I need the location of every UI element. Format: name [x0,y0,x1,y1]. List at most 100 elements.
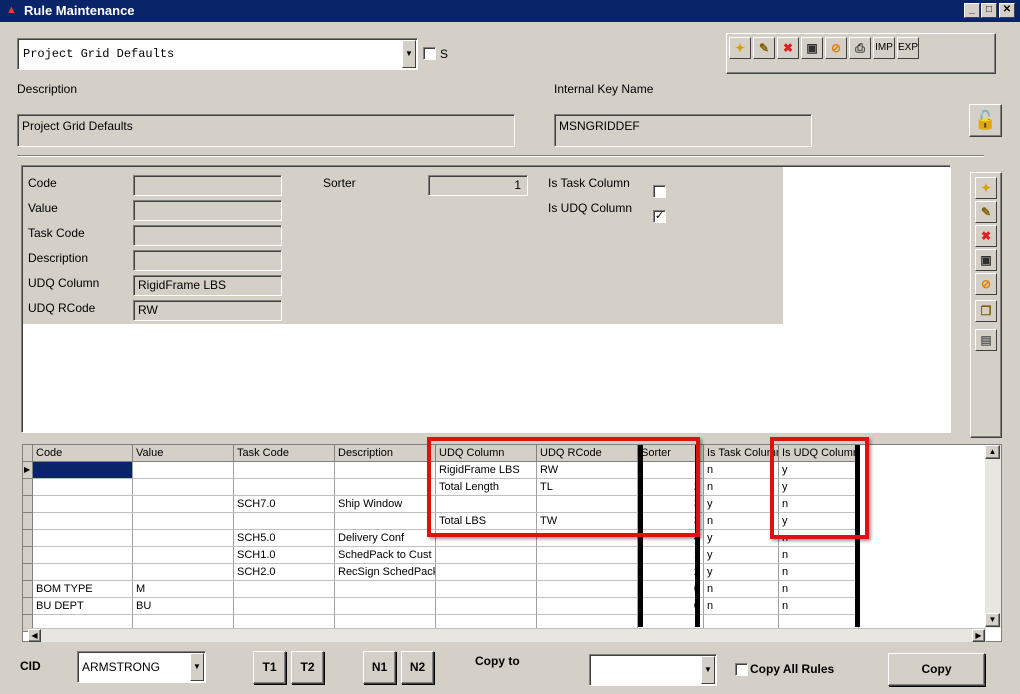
cell-is-task-column[interactable]: n [704,513,779,530]
cell-udq-column[interactable] [436,598,537,615]
cell-is-task-column[interactable]: n [704,581,779,598]
cell-task-code[interactable]: SCH1.0 [234,547,335,564]
cell-is-task-column[interactable]: y [704,564,779,581]
cell-code[interactable] [33,530,133,547]
cell-is-task-column[interactable]: n [704,598,779,615]
internal-key-field[interactable]: MSNGRIDDEF [554,114,812,147]
cell-task-code[interactable] [234,513,335,530]
copy-button[interactable]: Copy [888,653,985,686]
n2-button[interactable]: N2 [401,651,434,684]
column-header-value[interactable]: Value [133,445,234,462]
cell-code[interactable] [33,513,133,530]
side-edit-icon[interactable]: ✎ [975,201,997,223]
cell-is-udq-column[interactable]: n [779,547,859,564]
vertical-scrollbar[interactable]: ▲ ▼ [985,445,1001,628]
row-selector[interactable] [23,547,33,564]
cell-udq-rcode[interactable] [537,598,638,615]
copy-all-rules-checkbox[interactable] [735,663,748,676]
cell-task-code[interactable] [234,598,335,615]
close-window-button[interactable]: ✕ [999,3,1015,18]
export-button[interactable]: EXP [897,37,919,59]
t1-button[interactable]: T1 [253,651,286,684]
value-field[interactable] [133,200,282,221]
cell-code[interactable] [33,462,133,479]
row-selector[interactable] [23,496,33,513]
cell-value[interactable]: BU [133,598,234,615]
s-checkbox[interactable] [423,47,436,60]
task-code-field[interactable] [133,225,282,246]
code-field[interactable] [133,175,282,196]
scroll-right-icon[interactable]: ▶ [972,629,985,642]
form-description-field[interactable] [133,250,282,271]
cell-is-udq-column[interactable]: n [779,581,859,598]
scroll-up-icon[interactable]: ▲ [985,445,1000,459]
cell-is-task-column[interactable]: y [704,530,779,547]
cell-task-code[interactable]: SCH7.0 [234,496,335,513]
cell-description[interactable]: Ship Window [335,496,436,513]
cid-select[interactable]: ARMSTRONG ▼ [77,651,206,683]
delete-icon[interactable]: ✖ [777,37,799,59]
side-new-icon[interactable]: ✦ [975,177,997,199]
cell-code[interactable] [33,479,133,496]
row-selector[interactable] [23,598,33,615]
cell-is-task-column[interactable]: n [704,462,779,479]
new-icon[interactable]: ✦ [729,37,751,59]
print-icon[interactable]: ⎙ [849,37,871,59]
cell-description[interactable] [335,479,436,496]
cell-udq-rcode[interactable] [537,564,638,581]
cell-description[interactable]: SchedPack to Cust [335,547,436,564]
column-header-is-task-column[interactable]: Is Task Column [704,445,779,462]
cell-task-code[interactable] [234,479,335,496]
scroll-down-icon[interactable]: ▼ [985,613,1000,627]
column-header-task-code[interactable]: Task Code [234,445,335,462]
cell-value[interactable] [133,547,234,564]
cell-udq-rcode[interactable] [537,581,638,598]
cell-code[interactable] [33,564,133,581]
cell-code[interactable]: BU DEPT [33,598,133,615]
minimize-button[interactable]: _ [964,3,980,18]
udq-column-field[interactable]: RigidFrame LBS [133,275,282,296]
description-field[interactable]: Project Grid Defaults [17,114,515,147]
sorter-field[interactable]: 1 [428,175,528,196]
cell-task-code[interactable] [234,462,335,479]
maximize-button[interactable]: □ [981,3,997,18]
n1-button[interactable]: N1 [363,651,396,684]
cell-is-udq-column[interactable]: n [779,564,859,581]
cell-description[interactable] [335,513,436,530]
scroll-left-icon[interactable]: ◀ [28,629,41,642]
cell-code[interactable]: BOM TYPE [33,581,133,598]
cell-udq-rcode[interactable] [537,547,638,564]
save-icon[interactable]: ▣ [801,37,823,59]
is-task-column-checkbox[interactable] [653,185,666,198]
import-button[interactable]: IMP [873,37,895,59]
cell-code[interactable] [33,496,133,513]
t2-button[interactable]: T2 [291,651,324,684]
copy-to-select[interactable]: ▼ [589,654,717,686]
chevron-down-icon[interactable]: ▼ [402,40,416,68]
copy-to-chevron-down-icon[interactable]: ▼ [701,656,715,684]
row-selector[interactable] [23,479,33,496]
row-selector[interactable] [23,581,33,598]
row-selector[interactable] [23,530,33,547]
side-paste-icon[interactable]: ▤ [975,329,997,351]
cell-udq-column[interactable] [436,547,537,564]
side-cancel-icon[interactable]: ⊘ [975,273,997,295]
is-udq-column-checkbox[interactable]: ✓ [653,210,666,223]
column-header-description[interactable]: Description [335,445,436,462]
column-header-code[interactable]: Code [33,445,133,462]
cell-code[interactable] [33,547,133,564]
horizontal-scrollbar[interactable]: ◀ ▶ [28,628,986,642]
cell-description[interactable]: RecSign SchedPack [335,564,436,581]
row-selector[interactable] [23,513,33,530]
unlock-icon[interactable]: 🔓 [969,104,1002,137]
cell-description[interactable] [335,581,436,598]
cell-description[interactable] [335,598,436,615]
cell-task-code[interactable] [234,581,335,598]
cell-value[interactable] [133,462,234,479]
edit-icon[interactable]: ✎ [753,37,775,59]
cell-udq-column[interactable] [436,564,537,581]
udq-rcode-field[interactable]: RW [133,300,282,321]
cell-is-task-column[interactable]: y [704,496,779,513]
cell-is-task-column[interactable]: y [704,547,779,564]
cell-value[interactable]: M [133,581,234,598]
